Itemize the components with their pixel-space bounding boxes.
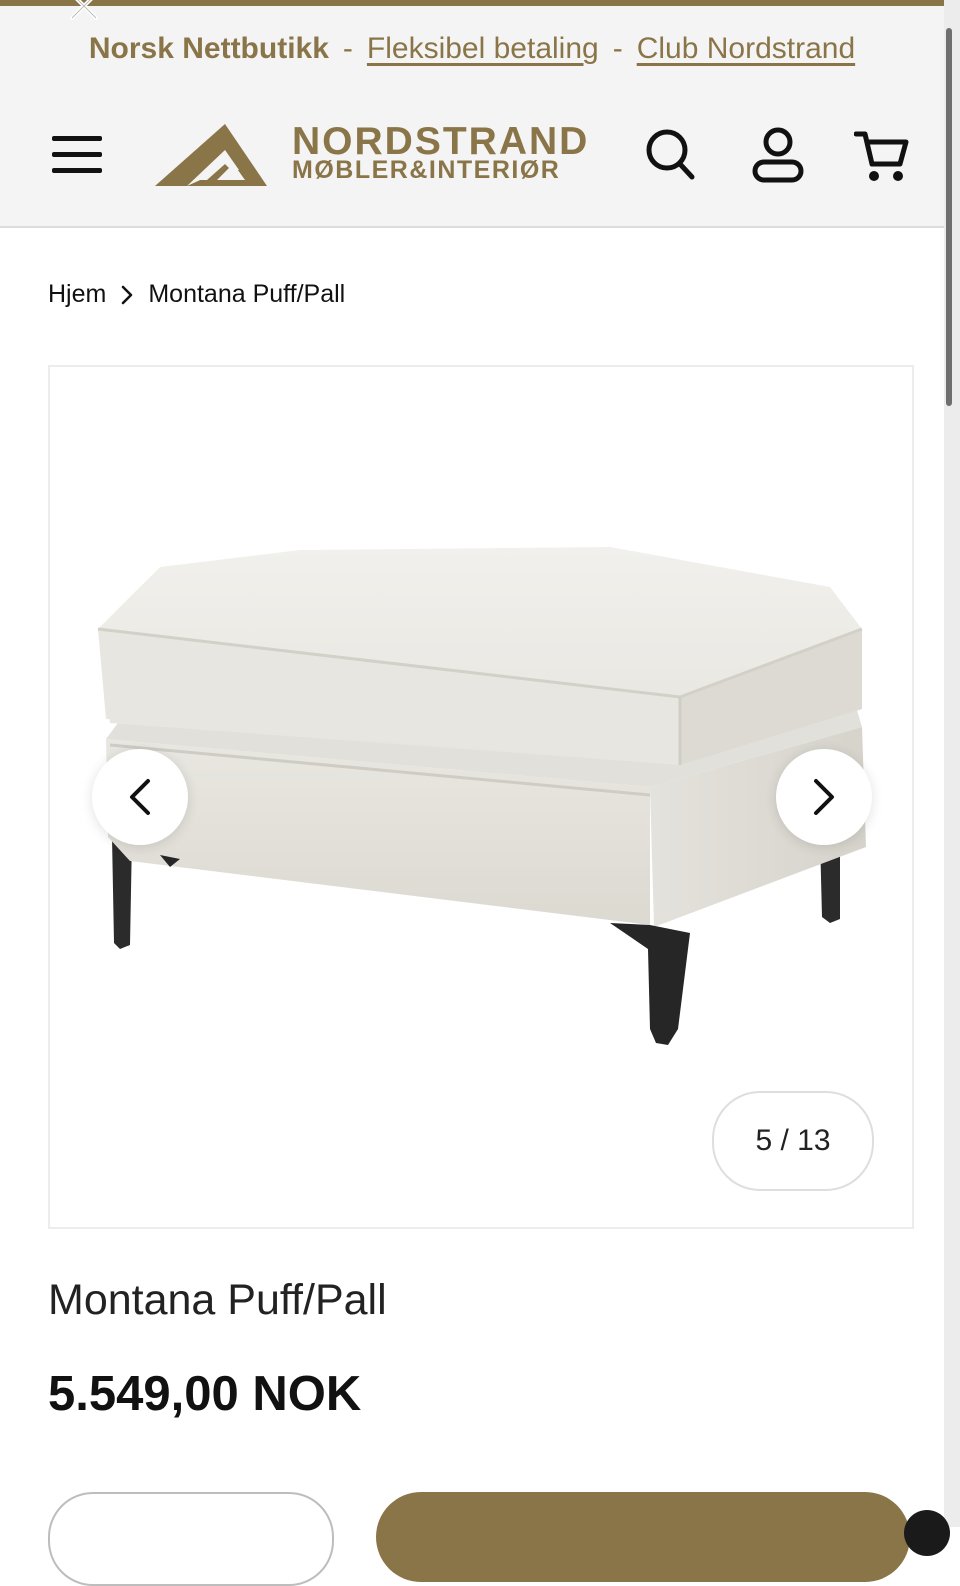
site-header: NORDSTRAND MØBLER&INTERIØR: [0, 92, 944, 228]
club-nordstrand-link[interactable]: Club Nordstrand: [637, 32, 855, 66]
chevron-right-icon: [122, 285, 133, 304]
promo-text: Norsk Nettbutikk: [88, 32, 329, 65]
logo-subtitle: MØBLER&INTERIØR: [292, 156, 561, 184]
logo-mark-icon: [155, 124, 267, 186]
gallery-next-button[interactable]: [776, 749, 872, 845]
gallery-prev-button[interactable]: [92, 749, 188, 845]
flexible-payment-link[interactable]: Fleksibel betaling: [367, 32, 599, 66]
chevron-right-icon: [814, 779, 834, 815]
search-icon[interactable]: [642, 124, 698, 184]
close-icon[interactable]: [904, 1510, 950, 1556]
scrollbar-thumb[interactable]: [946, 28, 952, 406]
breadcrumb-current: Montana Puff/Pall: [148, 280, 346, 308]
gallery-counter: 5 / 13: [712, 1091, 874, 1191]
promo-separator: -: [342, 32, 353, 65]
quantity-selector[interactable]: [48, 1492, 334, 1586]
cart-icon[interactable]: [854, 124, 910, 184]
product-gallery: 5 / 13: [48, 365, 914, 1229]
add-to-cart-button[interactable]: [376, 1492, 910, 1582]
product-price: 5.549,00 NOK: [48, 1367, 362, 1421]
chevron-left-icon: [130, 779, 150, 815]
promo-bar: Norsk Nettbutikk - Fleksibel betaling - …: [0, 6, 944, 92]
menu-icon[interactable]: [50, 134, 104, 176]
breadcrumb-home-link[interactable]: Hjem: [48, 280, 106, 309]
close-icon[interactable]: [62, 0, 106, 28]
user-icon[interactable]: [750, 124, 806, 184]
product-title: Montana Puff/Pall: [48, 1276, 387, 1324]
site-logo[interactable]: NORDSTRAND MØBLER&INTERIØR: [155, 120, 625, 190]
promo-separator: -: [612, 32, 623, 65]
breadcrumb: Hjem Montana Puff/Pall: [48, 280, 345, 309]
